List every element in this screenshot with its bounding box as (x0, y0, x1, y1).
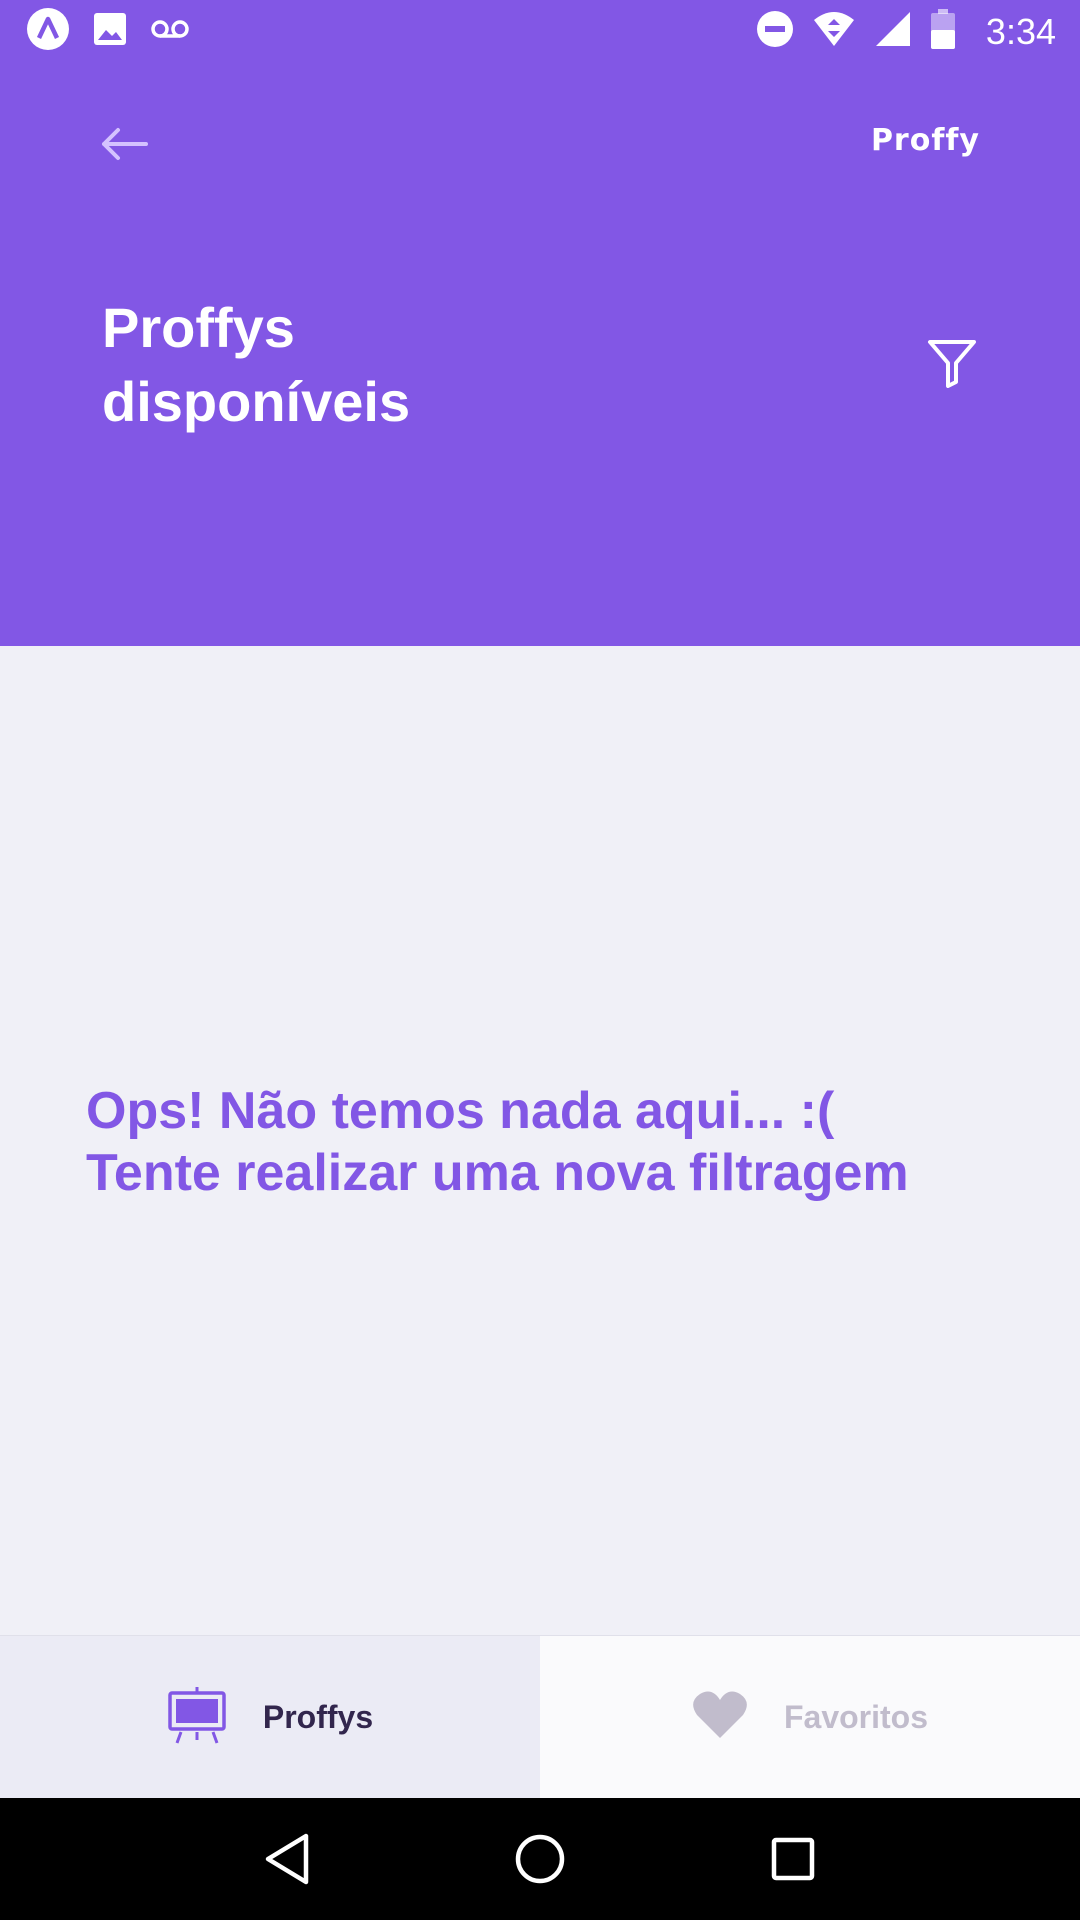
tab-proffys[interactable]: Proffys (0, 1636, 540, 1798)
image-icon (92, 11, 128, 52)
status-left-icons (26, 7, 190, 56)
system-nav-bar (0, 1798, 1080, 1920)
nav-back-button[interactable] (247, 1819, 327, 1899)
wifi-icon (812, 10, 856, 53)
arrow-left-icon (102, 128, 148, 160)
voicemail-icon (150, 17, 190, 46)
easel-icon (167, 1686, 227, 1749)
tab-favoritos-label: Favoritos (783, 1698, 929, 1735)
back-button[interactable] (96, 120, 152, 168)
do-not-disturb-icon (756, 10, 794, 53)
triangle-back-icon (265, 1833, 308, 1885)
battery-icon (930, 8, 956, 55)
brand-logo: Proffy (870, 123, 980, 158)
page-title: Proffys disponíveis (102, 296, 411, 433)
tab-proffys-label: Proffys (262, 1698, 374, 1735)
status-bar: 3:34 (0, 0, 1080, 63)
square-recents-icon (772, 1837, 815, 1881)
heart-icon (692, 1690, 748, 1745)
bottom-tab-bar: Proffys Favoritos (0, 1635, 1080, 1798)
filter-button[interactable] (922, 333, 982, 393)
tab-favoritos[interactable]: Favoritos (540, 1636, 1080, 1798)
empty-message-line2: Tente realizar uma nova filtragem (86, 1144, 909, 1202)
nav-home-button[interactable] (500, 1819, 580, 1899)
expo-icon (26, 7, 70, 56)
status-time: 3:34 (985, 10, 1056, 52)
circle-home-icon (515, 1834, 565, 1884)
empty-message-line1: Ops! Não temos nada aqui... :( (86, 1082, 835, 1140)
empty-state-message: Ops! Não temos nada aqui... :( Tente rea… (86, 1080, 1026, 1204)
nav-recents-button[interactable] (753, 1819, 833, 1899)
page-header: Proffy Proffys disponíveis (0, 63, 1080, 646)
signal-icon (874, 10, 912, 53)
status-right-icons: 3:34 (756, 8, 1056, 55)
filter-icon (928, 340, 976, 388)
